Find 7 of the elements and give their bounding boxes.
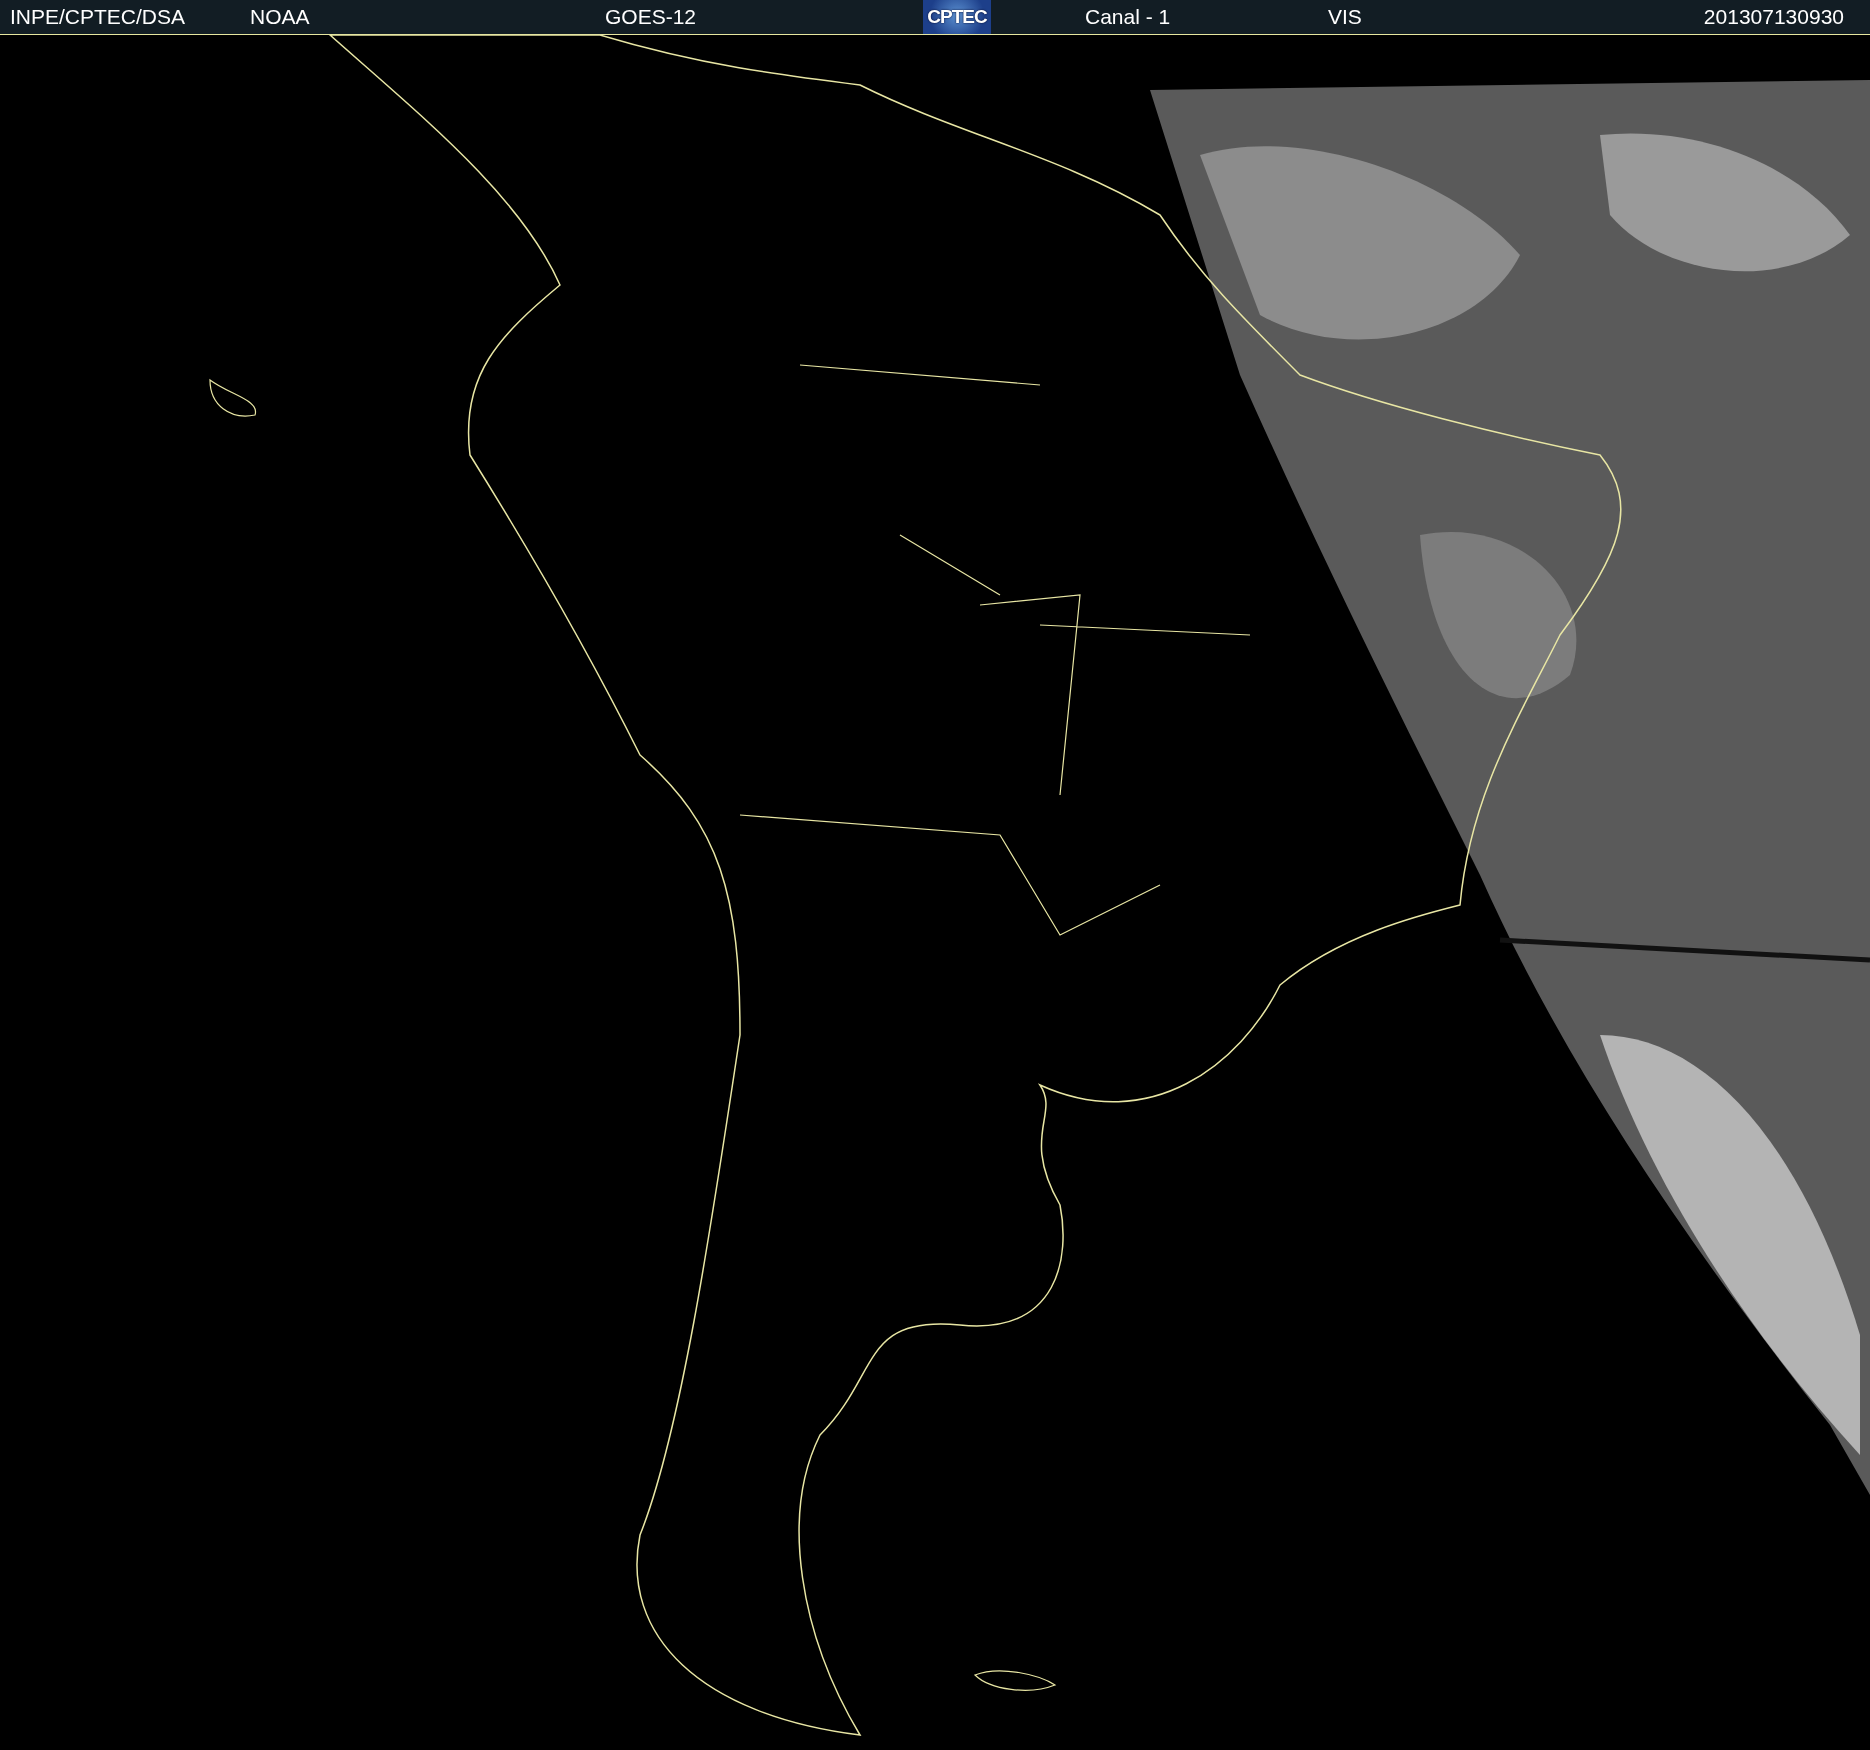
header-label: GOES-12 (605, 5, 697, 29)
header-label: INPE/CPTEC/DSA (10, 5, 186, 29)
header-label: 201307130930 (1703, 5, 1844, 29)
logo: CPTEC (923, 0, 991, 34)
header-label: VIS (1328, 5, 1362, 29)
header-label: Canal - 1 (1085, 5, 1171, 29)
header-label: NOAA (250, 5, 310, 29)
